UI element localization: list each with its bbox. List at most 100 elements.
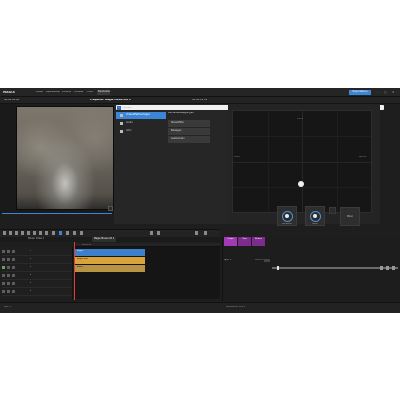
rear-knob-control[interactable]: Rückseite	[277, 206, 297, 226]
tool-icon[interactable]	[45, 231, 48, 235]
menu-window[interactable]: Fenster	[74, 91, 84, 94]
subcategory-title: Kamerabewegungen	[168, 112, 194, 114]
minimize-icon[interactable]: –	[377, 91, 379, 94]
mute-icon[interactable]	[2, 266, 5, 269]
mute-icon[interactable]	[2, 258, 5, 261]
zoom-icon[interactable]	[157, 231, 160, 235]
video-clip[interactable]: Regen	[75, 249, 145, 256]
solo-icon[interactable]	[7, 258, 10, 261]
speaker-icon[interactable]	[392, 266, 395, 270]
settings-icon[interactable]	[204, 231, 207, 235]
video-effects-icon	[120, 114, 123, 117]
mute-icon[interactable]	[2, 290, 5, 293]
track-name: 2	[30, 258, 32, 261]
pan-label-right: Rechts	[359, 156, 367, 158]
project-title: Frequenz: Magie Movie mit 1	[90, 99, 131, 101]
track-row[interactable]: 4	[2, 272, 72, 280]
tool-icon[interactable]	[52, 231, 55, 235]
tool-icon[interactable]	[66, 231, 69, 235]
export-button[interactable]: Exportieren	[349, 90, 371, 95]
category-audio[interactable]: Audio	[116, 120, 166, 127]
menu-edit[interactable]: Bearbeiten	[46, 91, 60, 94]
tool-icon[interactable]	[21, 231, 24, 235]
menu-effects[interactable]: Effekte	[62, 91, 71, 94]
lock-icon[interactable]	[12, 258, 15, 261]
settings-icon[interactable]	[195, 231, 198, 235]
track-row[interactable]: 6	[2, 288, 72, 296]
pan-position-handle[interactable]	[298, 181, 304, 187]
fullscreen-icon[interactable]	[108, 206, 113, 211]
subcategory-item[interactable]: Bewegen	[168, 128, 210, 135]
category-video-effects[interactable]: Videoeffektvorlagen	[116, 112, 166, 119]
pan-grid-h	[233, 136, 371, 138]
track-row[interactable]: 3	[2, 264, 72, 272]
pan-grid-v	[267, 111, 269, 212]
tool-icon[interactable]	[39, 231, 42, 235]
mono-button[interactable]: Mono	[340, 207, 360, 226]
mixer-dropdown[interactable]	[264, 259, 270, 262]
solo-icon[interactable]	[7, 266, 10, 269]
close-icon[interactable]: ✕	[392, 91, 395, 94]
tab-movie-video[interactable]: Movie: Video 1	[26, 237, 46, 242]
subcategory-item[interactable]: Ausblenden	[168, 136, 210, 143]
rear-knob[interactable]	[282, 211, 293, 222]
front-knob-title: Vorne/Hinten	[308, 208, 320, 209]
tool-icon[interactable]	[80, 231, 83, 235]
timeline-track-area[interactable]: Regen Regen.wav Audio	[74, 247, 220, 299]
tool-icon[interactable]	[9, 231, 12, 235]
tab-loops[interactable]: Loops	[224, 237, 237, 246]
mute-icon[interactable]	[2, 250, 5, 253]
tool-icon[interactable]	[73, 231, 76, 235]
maximize-icon[interactable]: □	[384, 91, 387, 94]
mixer-level-handle[interactable]	[277, 266, 279, 270]
audio-icon	[120, 122, 123, 125]
app-window: MAGIX Datei Bearbeiten Effekte Fenster H…	[0, 88, 400, 313]
scrub-progress	[2, 213, 112, 214]
audio-clip[interactable]: Audio	[75, 265, 145, 272]
solo-icon[interactable]	[7, 290, 10, 293]
link-icon[interactable]	[329, 207, 336, 214]
track-row[interactable]: 1	[2, 248, 72, 256]
category-intro[interactable]: Intro	[116, 128, 166, 135]
track-name: 3	[30, 266, 32, 269]
track-row[interactable]: 5	[2, 280, 72, 288]
menu-file[interactable]: Datei	[36, 91, 43, 94]
front-knob[interactable]	[310, 211, 321, 222]
tab-clips[interactable]: Clips	[238, 237, 251, 246]
tab-media[interactable]: Medien	[252, 237, 265, 246]
mute-icon[interactable]	[2, 282, 5, 285]
playhead[interactable]	[74, 242, 75, 300]
search-icon[interactable]: ⌕	[117, 105, 121, 110]
mode-tab-edit[interactable]: Bearbeiten	[97, 90, 110, 95]
track-name: 5	[30, 282, 32, 285]
speaker-icon[interactable]	[386, 266, 389, 270]
status-bar	[0, 302, 400, 313]
pan-label-left: Links	[234, 156, 240, 158]
pan-grid[interactable]	[232, 110, 372, 213]
lock-icon[interactable]	[12, 290, 15, 293]
tool-icon[interactable]	[3, 231, 6, 235]
left-timecode: 00:00:00:00	[4, 99, 20, 101]
audio-clip[interactable]: Regen.wav	[75, 257, 145, 264]
lock-icon[interactable]	[12, 266, 15, 269]
mute-icon[interactable]	[2, 274, 5, 277]
video-preview[interactable]	[16, 106, 114, 210]
active-tool-icon[interactable]	[59, 231, 62, 235]
track-row[interactable]: 2	[2, 256, 72, 264]
solo-icon[interactable]	[7, 274, 10, 277]
subcategory-item[interactable]: Stereofilter	[168, 120, 210, 127]
lock-icon[interactable]	[12, 250, 15, 253]
front-knob-control[interactable]: Vorne/Hinten Vorne	[305, 206, 325, 226]
tool-icon[interactable]	[15, 231, 18, 235]
front-knob-label: Vorne	[312, 223, 318, 225]
tool-icon[interactable]	[33, 231, 36, 235]
solo-icon[interactable]	[7, 250, 10, 253]
tab-project[interactable]: Magie Movie mit 1	[92, 237, 117, 242]
lock-icon[interactable]	[12, 274, 15, 277]
solo-icon[interactable]	[7, 282, 10, 285]
lock-icon[interactable]	[12, 282, 15, 285]
speaker-icon[interactable]	[380, 266, 383, 270]
menu-help[interactable]: Hilfe	[87, 91, 93, 94]
zoom-icon[interactable]	[150, 231, 153, 235]
tool-icon[interactable]	[27, 231, 30, 235]
